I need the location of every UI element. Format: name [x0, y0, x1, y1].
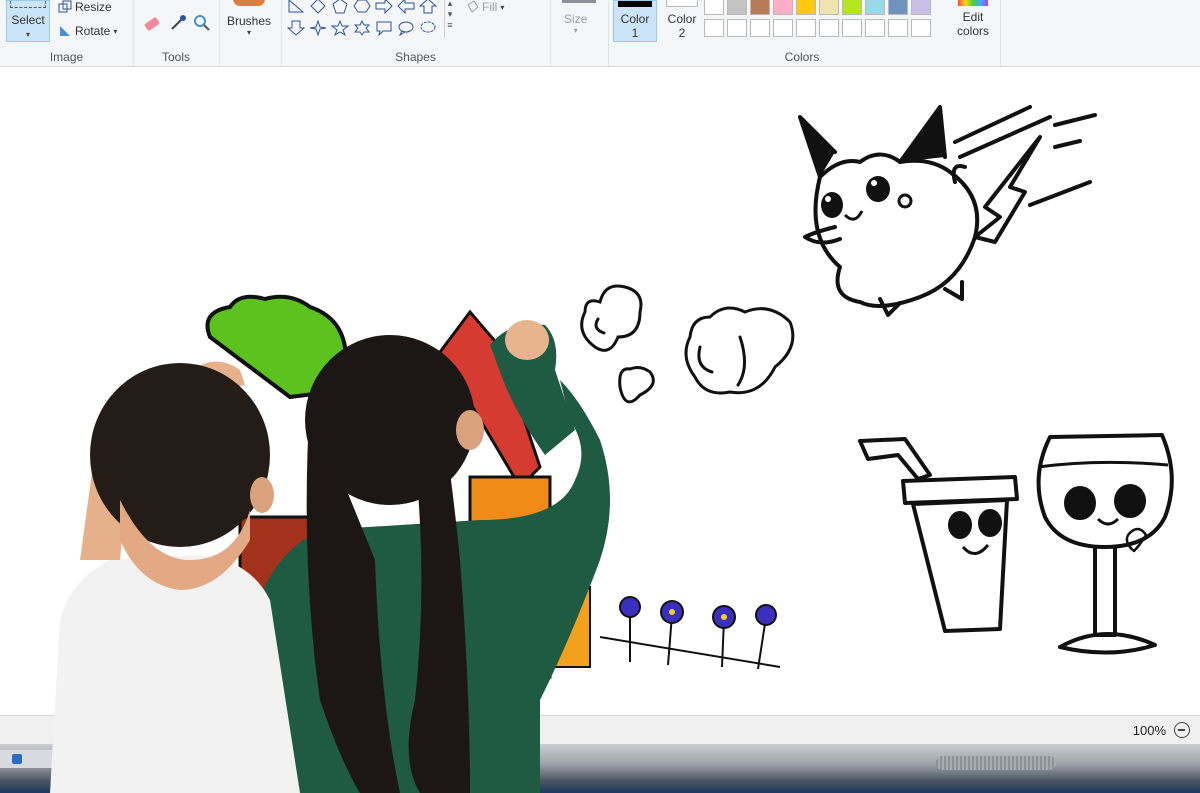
children-photo-overlay	[50, 320, 610, 793]
girl-figure	[250, 320, 610, 793]
boy-figure	[50, 361, 300, 793]
